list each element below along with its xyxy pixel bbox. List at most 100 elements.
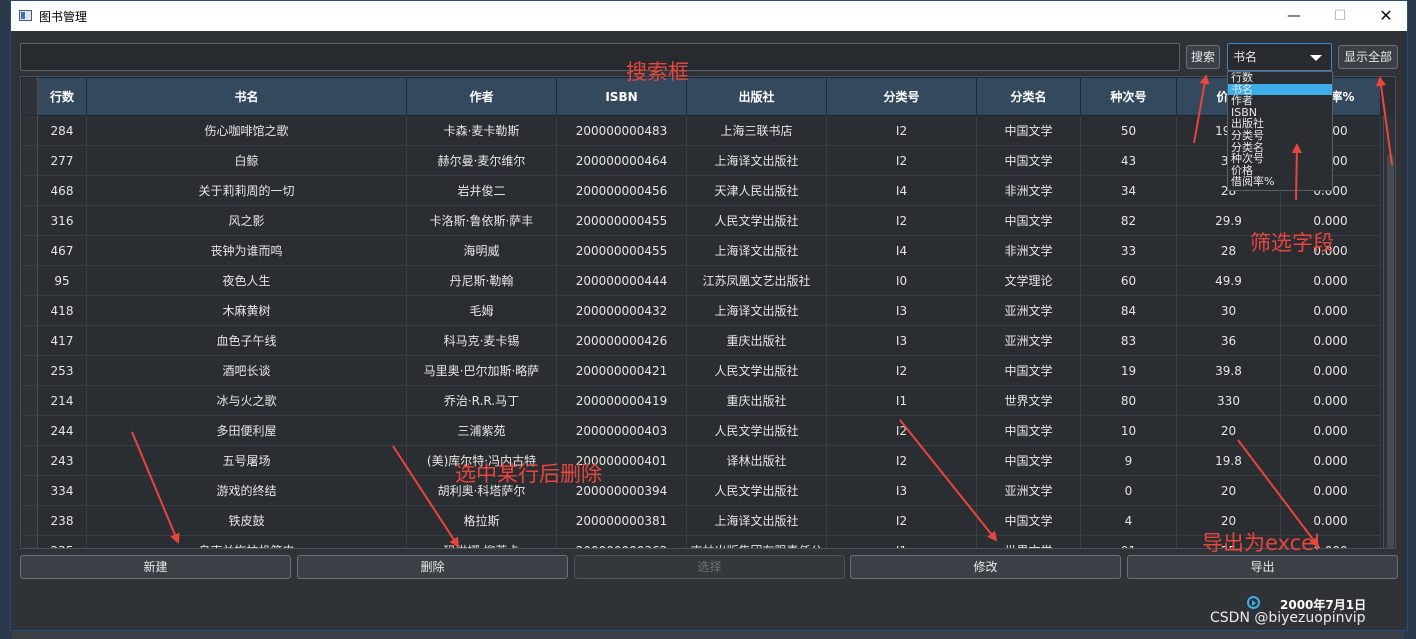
table-cell[interactable]: 人民文学出版社: [686, 475, 827, 506]
table-cell[interactable]: 非洲文学: [976, 235, 1081, 266]
table-cell[interactable]: 200000000456: [556, 175, 687, 206]
column-header[interactable]: 分类名: [976, 77, 1081, 116]
table-cell[interactable]: 冰与火之歌: [86, 385, 407, 416]
table-cell[interactable]: 200000000419: [556, 385, 687, 416]
table-cell[interactable]: 三浦紫苑: [406, 415, 557, 446]
search-button[interactable]: 搜索: [1186, 45, 1220, 69]
minimize-button[interactable]: —: [1271, 1, 1317, 31]
table-cell[interactable]: 20: [1176, 415, 1281, 446]
column-header[interactable]: 分类号: [826, 77, 977, 116]
table-cell[interactable]: 上海译文出版社: [686, 295, 827, 326]
table-row[interactable]: 468 关于莉莉周的一切 岩井俊二 200000000456 天津人民出版社 I4 非洲文学…: [21, 175, 1381, 206]
table-cell[interactable]: 238: [37, 505, 87, 536]
table-cell[interactable]: 200000000444: [556, 265, 687, 296]
row-header[interactable]: [21, 235, 38, 266]
row-header[interactable]: [21, 205, 38, 236]
table-cell[interactable]: I0: [826, 265, 977, 296]
field-select[interactable]: 书名: [1227, 43, 1332, 71]
table-cell[interactable]: 中国文学: [976, 145, 1081, 176]
table-cell[interactable]: 江苏凤凰文艺出版社: [686, 265, 827, 296]
table-cell[interactable]: 0.000: [1280, 325, 1381, 356]
vertical-scrollbar[interactable]: [1383, 116, 1395, 548]
table-cell[interactable]: 赫尔曼·麦尔维尔: [406, 145, 557, 176]
table-cell[interactable]: 467: [37, 235, 87, 266]
row-header[interactable]: [21, 355, 38, 386]
table-cell[interactable]: 200000000432: [556, 295, 687, 326]
table-cell[interactable]: 夜色人生: [86, 265, 407, 296]
table-cell[interactable]: 酒吧长谈: [86, 355, 407, 386]
table-cell[interactable]: 91: [1080, 535, 1177, 548]
table-cell[interactable]: 316: [37, 205, 87, 236]
table-row[interactable]: 316 风之影 卡洛斯·鲁依斯·萨丰 200000000455 人民文学出版社 I2 中国文…: [21, 205, 1381, 236]
table-cell[interactable]: 血色子午线: [86, 325, 407, 356]
table-cell[interactable]: I3: [826, 475, 977, 506]
table-cell[interactable]: 39.8: [1176, 355, 1281, 386]
table-cell[interactable]: 重庆出版社: [686, 385, 827, 416]
column-header[interactable]: 种次号: [1080, 77, 1177, 116]
table-cell[interactable]: 木麻黄树: [86, 295, 407, 326]
dropdown-option[interactable]: 借阅率%: [1228, 176, 1332, 188]
table-cell[interactable]: 玛琳娜·柳蒂卡: [406, 535, 557, 548]
table-cell[interactable]: 83: [1080, 325, 1177, 356]
table-cell[interactable]: 330: [1176, 385, 1281, 416]
table-row[interactable]: 253 酒吧长谈 马里奥·巴尔加斯·略萨 200000000421 人民文学出版社 I2 中…: [21, 355, 1381, 386]
table-cell[interactable]: 亚洲文学: [976, 325, 1081, 356]
table-cell[interactable]: 200000000464: [556, 145, 687, 176]
table-cell[interactable]: 80: [1080, 385, 1177, 416]
row-header[interactable]: [21, 115, 38, 146]
table-cell[interactable]: 丹尼斯·勒翰: [406, 265, 557, 296]
table-cell[interactable]: I2: [826, 415, 977, 446]
select-button[interactable]: 选择: [574, 555, 845, 579]
table-cell[interactable]: 200000000455: [556, 205, 687, 236]
new-button[interactable]: 新建: [20, 555, 291, 579]
table-cell[interactable]: I2: [826, 115, 977, 146]
table-cell[interactable]: 277: [37, 145, 87, 176]
table-cell[interactable]: 0: [1080, 475, 1177, 506]
table-cell[interactable]: 岩井俊二: [406, 175, 557, 206]
table-cell[interactable]: 上海译文出版社: [686, 235, 827, 266]
table-cell[interactable]: I2: [826, 205, 977, 236]
table-cell[interactable]: 200000000483: [556, 115, 687, 146]
table-cell[interactable]: I3: [826, 295, 977, 326]
table-cell[interactable]: 游戏的终结: [86, 475, 407, 506]
table-cell[interactable]: 中国文学: [976, 415, 1081, 446]
table-row[interactable]: 284 伤心咖啡馆之歌 卡森·麦卡勒斯 200000000483 上海三联书店 I2 中国文…: [21, 115, 1381, 146]
table-cell[interactable]: 418: [37, 295, 87, 326]
table-cell[interactable]: 马里奥·巴尔加斯·略萨: [406, 355, 557, 386]
table-cell[interactable]: 风之影: [86, 205, 407, 236]
row-header[interactable]: [21, 325, 38, 356]
table-corner[interactable]: [21, 77, 38, 116]
table-cell[interactable]: 235: [37, 535, 87, 548]
table-row[interactable]: 417 血色子午线 科马克·麦卡锡 200000000426 重庆出版社 I3 亚洲文学 83…: [21, 325, 1381, 356]
table-cell[interactable]: 468: [37, 175, 87, 206]
row-header[interactable]: [21, 535, 38, 548]
table-row[interactable]: 238 铁皮鼓 格拉斯 200000000381 上海译文出版社 I2 中国文学 4 20 0.0…: [21, 505, 1381, 536]
table-row[interactable]: 334 游戏的终结 胡利奥·科塔萨尔 200000000394 人民文学出版社 I3 亚洲文…: [21, 475, 1381, 506]
row-header[interactable]: [21, 415, 38, 446]
table-cell[interactable]: I2: [826, 445, 977, 476]
table-cell[interactable]: 中国文学: [976, 115, 1081, 146]
delete-button[interactable]: 删除: [297, 555, 568, 579]
table-cell[interactable]: 19: [1080, 355, 1177, 386]
table-cell[interactable]: 中国文学: [976, 355, 1081, 386]
table-cell[interactable]: 乔治·R.R.马丁: [406, 385, 557, 416]
table-cell[interactable]: 卡森·麦卡勒斯: [406, 115, 557, 146]
column-header[interactable]: 出版社: [686, 77, 827, 116]
table-cell[interactable]: 译林出版社: [686, 445, 827, 476]
table-cell[interactable]: 中国文学: [976, 505, 1081, 536]
table-cell[interactable]: 乌克兰拖拉机简史: [86, 535, 407, 548]
table-cell[interactable]: 人民文学出版社: [686, 355, 827, 386]
table-cell[interactable]: 0.000: [1280, 295, 1381, 326]
table-cell[interactable]: 34: [1080, 175, 1177, 206]
table-cell[interactable]: 9: [1080, 445, 1177, 476]
table-cell[interactable]: 4: [1080, 505, 1177, 536]
row-header[interactable]: [21, 265, 38, 296]
table-row[interactable]: 214 冰与火之歌 乔治·R.R.马丁 200000000419 重庆出版社 I1 世界文学…: [21, 385, 1381, 416]
table-cell[interactable]: 世界文学: [976, 535, 1081, 548]
show-all-button[interactable]: 显示全部: [1338, 45, 1398, 69]
table-cell[interactable]: I4: [826, 235, 977, 266]
table-row[interactable]: 95 夜色人生 丹尼斯·勒翰 200000000444 江苏凤凰文艺出版社 I0 文学理论 6…: [21, 265, 1381, 296]
table-cell[interactable]: I4: [826, 175, 977, 206]
table-cell[interactable]: 中国文学: [976, 205, 1081, 236]
scrollbar-thumb[interactable]: [1387, 154, 1394, 548]
